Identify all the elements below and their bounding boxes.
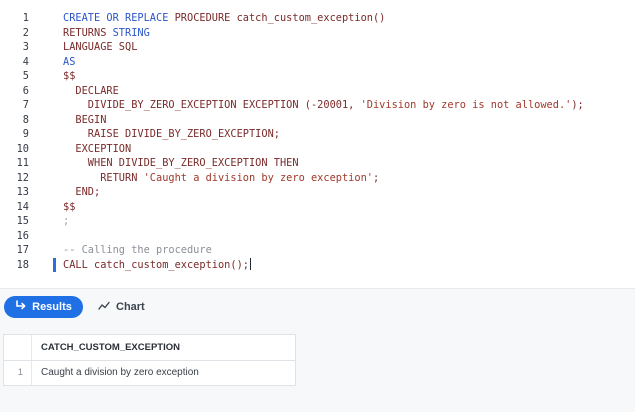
line-number: 14 [16, 200, 29, 213]
code-token: ; [372, 171, 380, 184]
code-text: ; [63, 214, 69, 229]
code-line[interactable]: 12 RETURN 'Caught a division by zero exc… [0, 171, 635, 186]
code-text: EXCEPTION [63, 142, 131, 157]
code-text: RETURNS STRING [63, 26, 150, 41]
tab-results[interactable]: Results [4, 296, 83, 318]
code-text: DECLARE [63, 84, 119, 99]
code-line[interactable]: 17 -- Calling the procedure [0, 243, 635, 258]
tab-chart-label: Chart [116, 301, 145, 313]
code-token: CALL catch_custom_exception(); [63, 258, 249, 271]
code-text: AS [63, 55, 75, 70]
code-token: CREATE OR REPLACE [63, 12, 169, 24]
tab-chart[interactable]: Chart [98, 296, 158, 318]
code-line[interactable]: 1 CREATE OR REPLACE PROCEDURE catch_custo… [0, 11, 635, 26]
sql-editor[interactable]: 1 CREATE OR REPLACE PROCEDURE catch_custo… [0, 0, 635, 288]
column-header[interactable]: CATCH_CUSTOM_EXCEPTION [41, 335, 180, 360]
code-line[interactable]: 3 LANGUAGE SQL [0, 40, 635, 55]
code-token: 'Caught a division by zero exception' [143, 171, 373, 184]
code-line[interactable]: 2 RETURNS STRING [0, 26, 635, 41]
code-token: ; [63, 215, 70, 227]
line-number: 10 [16, 142, 29, 155]
table-cell[interactable]: Caught a division by zero exception [41, 361, 199, 385]
line-number: 2 [22, 26, 29, 39]
code-line[interactable]: 18 CALL catch_custom_exception(); [0, 257, 635, 273]
code-token: LANGUAGE SQL [63, 41, 138, 53]
code-token: $$ [63, 200, 76, 213]
code-line[interactable]: 9 RAISE DIVIDE_BY_ZERO_EXCEPTION; [0, 127, 635, 142]
results-panel: CATCH_CUSTOM_EXCEPTION 1 Caught a divisi… [0, 325, 635, 412]
code-text: WHEN DIVIDE_BY_ZERO_EXCEPTION THEN [63, 156, 299, 171]
code-line[interactable]: 10 EXCEPTION [0, 142, 635, 157]
line-number: 17 [16, 244, 29, 256]
code-text: CREATE OR REPLACE PROCEDURE catch_custom… [63, 11, 385, 26]
code-text: LANGUAGE SQL [63, 40, 137, 55]
code-line[interactable]: 4 AS [0, 55, 635, 70]
code-line[interactable]: 14 $$ [0, 200, 635, 215]
code-token: 'Division by zero is not allowed.' [360, 99, 572, 111]
table-row[interactable]: 1 Caught a division by zero exception [4, 361, 295, 385]
code-text: CALL catch_custom_exception(); [63, 257, 251, 273]
result-tabs: Results Chart [0, 289, 635, 325]
code-token: RAISE DIVIDE_BY_ZERO_EXCEPTION; [63, 128, 280, 140]
code-token: ); [571, 99, 584, 111]
code-text: $$ [63, 200, 75, 215]
line-number: 4 [22, 55, 29, 68]
row-number: 1 [17, 367, 23, 378]
tab-results-label: Results [32, 301, 72, 313]
code-token: WHEN DIVIDE_BY_ZERO_EXCEPTION THEN [63, 157, 299, 169]
code-line[interactable]: 8 BEGIN [0, 113, 635, 128]
line-number: 18 [16, 258, 29, 271]
code-text: END; [63, 185, 100, 200]
code-line[interactable]: 7 DIVIDE_BY_ZERO_EXCEPTION EXCEPTION (-2… [0, 98, 635, 113]
line-number: 7 [22, 99, 29, 111]
code-token: STRING [112, 26, 150, 39]
code-token: BEGIN [63, 113, 107, 126]
code-line[interactable]: 13 END; [0, 185, 635, 200]
code-token: DECLARE [63, 84, 119, 97]
code-token: RETURN [63, 171, 144, 184]
line-number: 16 [16, 229, 29, 242]
line-number: 9 [22, 128, 29, 140]
results-table: CATCH_CUSTOM_EXCEPTION 1 Caught a divisi… [3, 334, 296, 386]
code-token: PROCEDURE catch_custom_exception() [168, 12, 386, 24]
line-chart-icon [98, 301, 110, 314]
code-token: END; [63, 186, 101, 198]
code-text: DIVIDE_BY_ZERO_EXCEPTION EXCEPTION (-200… [63, 98, 584, 113]
row-number-header [4, 335, 32, 360]
line-number: 12 [16, 171, 29, 184]
line-number: 13 [16, 186, 29, 198]
line-number: 1 [22, 12, 29, 24]
code-token: -- Calling the procedure [63, 244, 212, 256]
code-token: $$ [63, 70, 76, 82]
line-number: 8 [22, 113, 29, 126]
code-text: RAISE DIVIDE_BY_ZERO_EXCEPTION; [63, 127, 280, 142]
line-number: 3 [22, 41, 29, 53]
code-line[interactable]: 16 [0, 229, 635, 244]
code-text: $$ [63, 69, 75, 84]
line-number: 6 [22, 84, 29, 97]
line-number: 15 [16, 215, 29, 227]
code-token: EXCEPTION [63, 142, 132, 155]
text-caret [249, 257, 251, 270]
code-token: AS [63, 55, 76, 68]
line-number: 5 [22, 70, 29, 82]
code-line[interactable]: 15; [0, 214, 635, 229]
code-line[interactable]: 11 WHEN DIVIDE_BY_ZERO_EXCEPTION THEN [0, 156, 635, 171]
code-line[interactable]: 6 DECLARE [0, 84, 635, 99]
code-token: RETURNS [63, 26, 113, 39]
code-text: BEGIN [63, 113, 106, 128]
return-arrow-icon [15, 300, 27, 314]
line-number: 11 [16, 157, 29, 169]
code-text: -- Calling the procedure [63, 243, 212, 258]
code-token: DIVIDE_BY_ZERO_EXCEPTION EXCEPTION (-200… [63, 99, 361, 111]
code-text: RETURN 'Caught a division by zero except… [63, 171, 379, 186]
code-line[interactable]: 5 $$ [0, 69, 635, 84]
table-header: CATCH_CUSTOM_EXCEPTION [4, 335, 295, 361]
